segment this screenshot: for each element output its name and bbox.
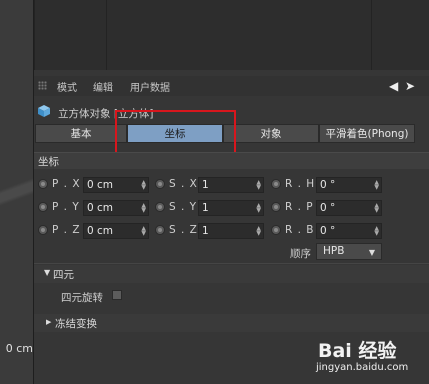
spinner-icon[interactable]: ▲ ▼ bbox=[374, 180, 379, 191]
spinner-icon[interactable]: ▲ ▼ bbox=[374, 203, 379, 214]
spinner-icon[interactable]: ▲ ▼ bbox=[141, 180, 146, 191]
panel-divider bbox=[106, 0, 107, 70]
expand-triangle-icon[interactable]: ▶ bbox=[46, 318, 51, 326]
viewport-grid bbox=[0, 0, 33, 384]
rotation-b-field[interactable]: 0 ° ▲ ▼ bbox=[316, 223, 382, 239]
coordinates-section-header: 坐标 bbox=[34, 152, 429, 169]
animate-radio-sy[interactable] bbox=[155, 202, 165, 212]
forward-arrow-icon[interactable]: ➤ bbox=[405, 79, 415, 93]
label-sz: S . Z bbox=[169, 224, 198, 236]
position-x-field[interactable]: 0 cm ▲ ▼ bbox=[83, 177, 149, 193]
spinner-icon[interactable]: ▲ ▼ bbox=[141, 203, 146, 214]
menu-edit[interactable]: 编辑 bbox=[93, 79, 113, 94]
rotation-order-select[interactable]: HPB ▼ bbox=[316, 243, 382, 260]
animate-radio-sz[interactable] bbox=[155, 225, 165, 235]
scale-y-value: 1 bbox=[202, 202, 209, 214]
animate-radio-px[interactable] bbox=[38, 179, 48, 189]
animate-radio-rb[interactable] bbox=[271, 225, 281, 235]
rotation-h-value: 0 ° bbox=[320, 179, 336, 191]
scale-x-field[interactable]: 1 ▲ ▼ bbox=[198, 177, 264, 193]
quaternion-group-header[interactable] bbox=[34, 265, 429, 283]
quaternion-rotation-checkbox[interactable] bbox=[112, 290, 122, 300]
position-z-field[interactable]: 0 cm ▲ ▼ bbox=[83, 223, 149, 239]
scale-y-field[interactable]: 1 ▲ ▼ bbox=[198, 200, 264, 216]
label-sy: S . Y bbox=[169, 201, 198, 213]
position-y-field[interactable]: 0 cm ▲ ▼ bbox=[83, 200, 149, 216]
animate-radio-py[interactable] bbox=[38, 202, 48, 212]
label-rp: R . P bbox=[285, 201, 314, 213]
scale-z-value: 1 bbox=[202, 225, 209, 237]
divider bbox=[34, 263, 429, 264]
animate-radio-rh[interactable] bbox=[271, 179, 281, 189]
animate-radio-pz[interactable] bbox=[38, 225, 48, 235]
rotation-order-value: HPB bbox=[323, 245, 345, 257]
label-pz: P . Z bbox=[52, 224, 81, 236]
position-y-value: 0 cm bbox=[87, 202, 114, 214]
grip-handle-icon[interactable] bbox=[38, 81, 47, 90]
tab-object[interactable]: 对象 bbox=[223, 124, 319, 143]
spinner-icon[interactable]: ▲ ▼ bbox=[256, 180, 261, 191]
rotation-h-field[interactable]: 0 ° ▲ ▼ bbox=[316, 177, 382, 193]
baidu-watermark: Bai 经验 jingyan.baidu.com bbox=[314, 336, 424, 380]
tab-phong[interactable]: 平滑着色(Phong) bbox=[319, 124, 415, 143]
spinner-icon[interactable]: ▲ ▼ bbox=[256, 203, 261, 214]
rotation-order-label: 顺序 bbox=[290, 248, 311, 260]
animate-radio-sx[interactable] bbox=[155, 179, 165, 189]
coordinates-section-title: 坐标 bbox=[38, 156, 59, 168]
spinner-icon[interactable]: ▲ ▼ bbox=[374, 226, 379, 237]
spinner-icon[interactable]: ▲ ▼ bbox=[256, 226, 261, 237]
watermark-url: jingyan.baidu.com bbox=[316, 362, 409, 373]
label-py: P . Y bbox=[52, 201, 80, 213]
animate-radio-rp[interactable] bbox=[271, 202, 281, 212]
quaternion-group-title: 四元 bbox=[53, 269, 74, 281]
rotation-p-field[interactable]: 0 ° ▲ ▼ bbox=[316, 200, 382, 216]
rotation-p-value: 0 ° bbox=[320, 202, 336, 214]
scale-x-value: 1 bbox=[202, 179, 209, 191]
label-px: P . X bbox=[52, 178, 81, 190]
chevron-down-icon: ▼ bbox=[368, 248, 375, 257]
panel-divider bbox=[371, 0, 372, 70]
position-z-value: 0 cm bbox=[87, 225, 114, 237]
collapse-triangle-icon[interactable]: ▼ bbox=[44, 268, 50, 277]
watermark-logo: Bai 经验 bbox=[318, 340, 397, 362]
menu-mode[interactable]: 模式 bbox=[57, 79, 77, 94]
label-sx: S . X bbox=[169, 178, 198, 190]
position-x-value: 0 cm bbox=[87, 179, 114, 191]
viewport-coord-readout: 0 cm bbox=[5, 342, 33, 355]
object-manager-panel[interactable] bbox=[34, 0, 429, 70]
quaternion-rotation-label: 四元旋转 bbox=[61, 292, 103, 304]
scale-z-field[interactable]: 1 ▲ ▼ bbox=[198, 223, 264, 239]
spinner-icon[interactable]: ▲ ▼ bbox=[141, 226, 146, 237]
menu-user-data[interactable]: 用户数据 bbox=[130, 79, 170, 94]
panel-divider bbox=[34, 0, 35, 70]
attribute-menubar: 模式 编辑 用户数据 bbox=[34, 76, 429, 96]
label-rh: R . H bbox=[285, 178, 316, 190]
cube-icon bbox=[38, 105, 50, 117]
label-rb: R . B bbox=[285, 224, 315, 236]
back-arrow-icon[interactable]: ◀ bbox=[389, 79, 398, 93]
viewport-panel[interactable] bbox=[0, 0, 34, 384]
freeze-transform-group-title: 冻结变换 bbox=[55, 318, 97, 330]
tab-basic[interactable]: 基本 bbox=[35, 124, 127, 143]
rotation-b-value: 0 ° bbox=[320, 225, 336, 237]
